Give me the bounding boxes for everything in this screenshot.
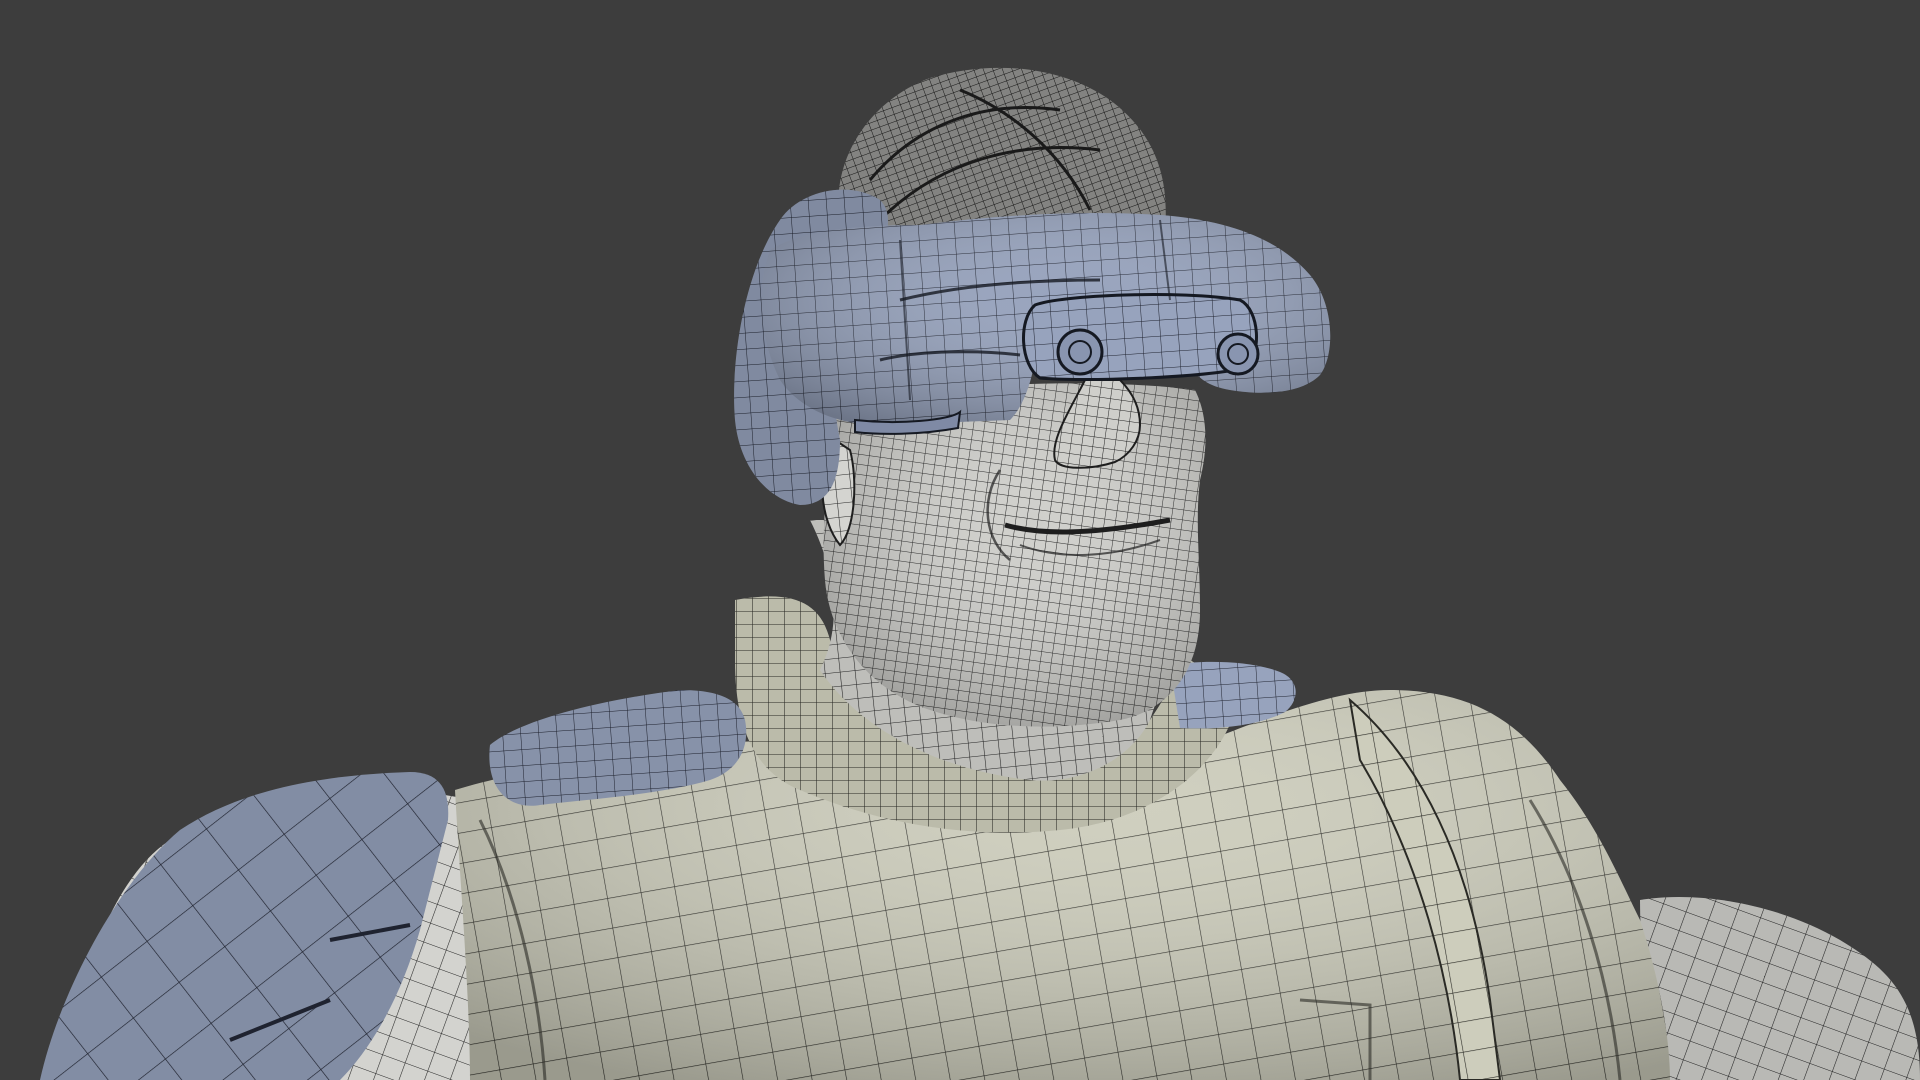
3d-viewport[interactable] [0,0,1920,1080]
visor-lens-right [1216,332,1260,376]
viewport-canvas[interactable] [0,0,1920,1080]
visor-lens-left [1056,328,1104,376]
